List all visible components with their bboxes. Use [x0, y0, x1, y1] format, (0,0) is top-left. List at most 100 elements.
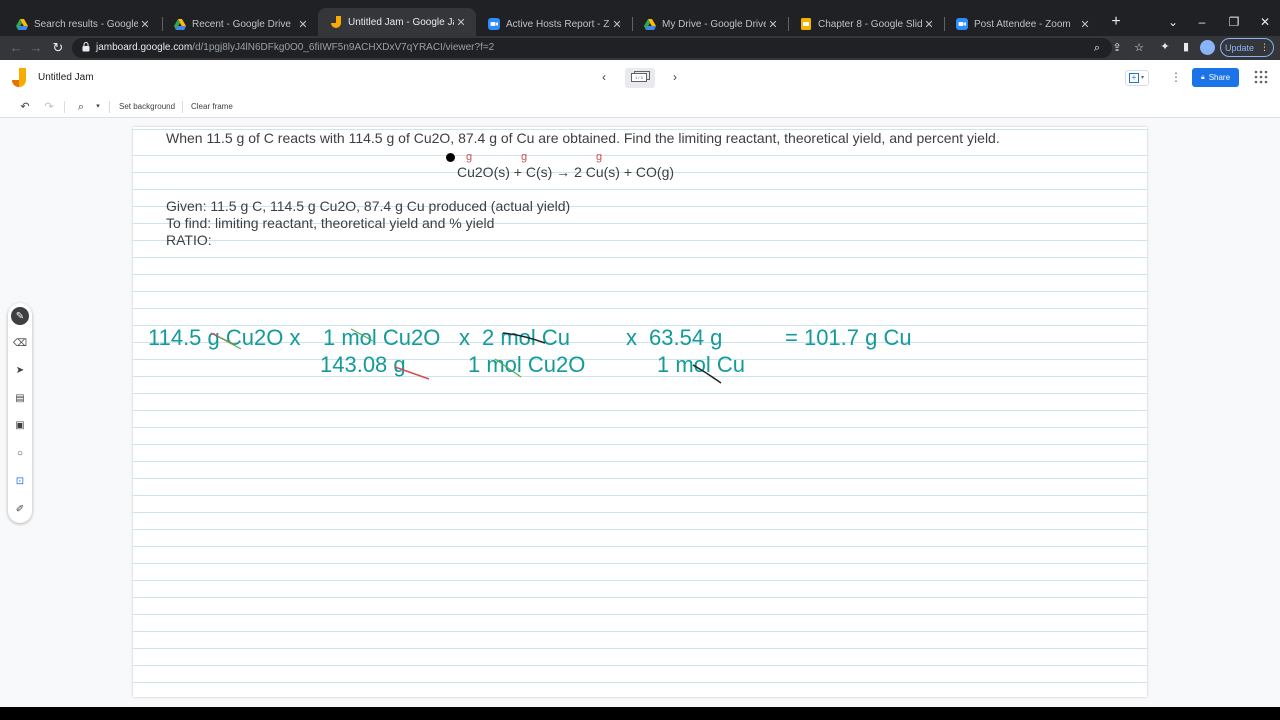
ratio-label: RATIO:: [166, 232, 212, 248]
share-button[interactable]: 🔒︎ Share: [1192, 68, 1239, 87]
clear-frame-button[interactable]: Clear frame: [191, 102, 233, 111]
tab-title: Post Attendee - Zoom: [974, 18, 1071, 30]
url-text: jamboard.google.com/d/1pgj8lyJ4lN6DFkg0O…: [96, 42, 494, 53]
handwriting-term3-bottom: 1 mol Cu2O: [468, 352, 586, 377]
more-vert-icon: ⋮: [1260, 42, 1270, 52]
forward-arrow-icon[interactable]: →: [28, 40, 44, 56]
dropdown-caret-icon: ▾: [1141, 75, 1145, 81]
jamboard-logo-icon: [12, 68, 26, 87]
chemical-equation: Cu2O(s) + C(s) → 2 Cu(s) + CO(g): [457, 164, 675, 180]
jam-header: Untitled Jam ‹ 1 / 3 › + ▾ ⋮ 🔒︎ Share: [0, 60, 1280, 96]
pen-cursor-dot: [446, 153, 455, 162]
zoom-magnifier-icon[interactable]: ⌕: [1090, 41, 1104, 55]
image-icon[interactable]: ▣: [11, 416, 29, 434]
handwriting-term2-bottom: 143.08 g: [320, 352, 406, 377]
add-box-icon: +: [1129, 73, 1139, 83]
close-window-icon[interactable]: ✕: [1257, 14, 1273, 30]
minimize-icon[interactable]: –: [1194, 14, 1210, 30]
update-button[interactable]: Update ⋮: [1220, 38, 1274, 57]
lock-icon: 🔒︎: [1200, 73, 1205, 81]
unit-mark: g: [596, 151, 603, 163]
handwriting-operator: x: [626, 325, 637, 350]
share-label: Share: [1208, 73, 1231, 82]
close-tab-icon[interactable]: ✕: [766, 18, 780, 31]
jam-toolbar: ↶ ↷ ⌕ ▾ Set background Clear frame: [0, 96, 1280, 118]
update-label: Update: [1224, 42, 1255, 53]
close-tab-icon[interactable]: ✕: [610, 18, 624, 31]
close-tab-icon[interactable]: ✕: [1078, 18, 1092, 31]
pen-tool-icon[interactable]: ✎: [11, 307, 29, 325]
handwriting-operator: x: [459, 325, 470, 350]
browser-tab[interactable]: Active Hosts Report - Zoom ✕: [476, 12, 632, 36]
url-path: /d/1pgj8lyJ4lN6DFkg0O0_6fiIWF5n9ACHXDxV7…: [192, 42, 495, 53]
zoom-icon: [488, 18, 500, 30]
tab-title: Chapter 8 - Google Slides: [818, 18, 922, 30]
tool-palette: ✎ ⌫ ➤ ▤ ▣ ○ ⊡ ✐: [8, 303, 32, 523]
reload-icon[interactable]: ↻: [50, 40, 66, 56]
back-arrow-icon[interactable]: ←: [8, 40, 24, 56]
unit-mark: g: [521, 151, 528, 163]
zoom-icon: [956, 18, 968, 30]
address-bar[interactable]: jamboard.google.com/d/1pgj8lyJ4lN6DFkg0O…: [72, 38, 1144, 58]
browser-tab[interactable]: Post Attendee - Zoom ✕: [944, 12, 1100, 36]
browser-tab[interactable]: Chapter 8 - Google Slides ✕: [788, 12, 944, 36]
google-slides-icon: [800, 18, 812, 30]
set-background-button[interactable]: Set background: [119, 102, 175, 111]
apps-grid-icon[interactable]: [1254, 70, 1268, 84]
select-arrow-icon[interactable]: ➤: [11, 361, 29, 379]
tab-search-icon[interactable]: ⌄: [1165, 14, 1181, 30]
redo-icon[interactable]: ↷: [42, 100, 56, 114]
profile-avatar[interactable]: [1200, 40, 1215, 55]
lock-icon: [82, 42, 90, 52]
handwriting-term2-top: 1 mol Cu2O: [323, 325, 441, 350]
browser-tab[interactable]: Search results - Google Drive ✕: [4, 12, 160, 36]
tab-title: Untitled Jam - Google Jamboard: [348, 16, 454, 28]
close-tab-icon[interactable]: ✕: [454, 16, 468, 29]
bookmark-star-icon[interactable]: ☆: [1132, 41, 1146, 55]
previous-frame-chevron-icon[interactable]: ‹: [597, 70, 611, 84]
zoom-icon[interactable]: ⌕: [74, 100, 88, 114]
add-to-drive-button[interactable]: + ▾: [1125, 70, 1149, 86]
more-options-icon[interactable]: ⋮: [1170, 70, 1182, 84]
new-tab-button[interactable]: +: [1108, 14, 1124, 30]
frame-indicator: 1 / 3: [631, 73, 647, 82]
circle-shape-icon[interactable]: ○: [11, 444, 29, 462]
restore-icon[interactable]: ❐: [1226, 14, 1242, 30]
laser-pointer-icon[interactable]: ✐: [11, 500, 29, 518]
browser-toolbar: ← → ↻ jamboard.google.com/d/1pgj8lyJ4lN6…: [0, 36, 1280, 60]
close-tab-icon[interactable]: ✕: [138, 18, 152, 31]
sticky-note-icon[interactable]: ▤: [11, 389, 29, 407]
share-page-icon[interactable]: ⇪: [1110, 41, 1124, 55]
close-tab-icon[interactable]: ✕: [922, 18, 936, 31]
eraser-tool-icon[interactable]: ⌫: [11, 334, 29, 352]
tab-title: Recent - Google Drive: [192, 18, 291, 30]
given-line: Given: 11.5 g C, 114.5 g Cu2O, 87.4 g Cu…: [166, 198, 571, 214]
tab-title: Active Hosts Report - Zoom: [506, 18, 610, 30]
jam-frame-board[interactable]: When 11.5 g of C reacts with 114.5 g of …: [133, 127, 1147, 697]
browser-tab-active[interactable]: Untitled Jam - Google Jamboard ✕: [318, 8, 476, 36]
toolbar-divider: [109, 101, 110, 113]
undo-icon[interactable]: ↶: [18, 100, 32, 114]
frame-bar-toggle[interactable]: 1 / 3: [625, 68, 655, 88]
zoom-dropdown-icon[interactable]: ▾: [91, 100, 105, 114]
text-box-icon[interactable]: ⊡: [11, 472, 29, 490]
google-drive-icon: [174, 18, 186, 30]
browser-tab[interactable]: My Drive - Google Drive ✕: [632, 12, 788, 36]
extensions-puzzle-icon[interactable]: ✦: [1158, 40, 1172, 54]
google-drive-icon: [644, 18, 656, 30]
handwriting-term1: 114.5 g Cu2O x: [148, 325, 301, 350]
close-tab-icon[interactable]: ✕: [296, 18, 310, 31]
handwriting-term4-top: 63.54 g: [649, 325, 723, 350]
handwriting-term3-top: 2 mol Cu: [482, 325, 571, 350]
to-find-line: To find: limiting reactant, theoretical …: [166, 215, 495, 231]
side-panel-icon[interactable]: ▮: [1179, 40, 1193, 54]
next-frame-chevron-icon[interactable]: ›: [668, 70, 682, 84]
screen: Search results - Google Drive ✕ Recent -…: [0, 0, 1280, 720]
browser-tab[interactable]: Recent - Google Drive ✕: [162, 12, 318, 36]
google-drive-icon: [16, 18, 28, 30]
browser-tab-strip: Search results - Google Drive ✕ Recent -…: [0, 0, 1280, 36]
url-host: jamboard.google.com: [96, 42, 193, 53]
handwriting-term4-bottom: 1 mol Cu: [657, 352, 746, 377]
unit-mark: g: [466, 151, 473, 163]
jam-title[interactable]: Untitled Jam: [38, 72, 94, 83]
